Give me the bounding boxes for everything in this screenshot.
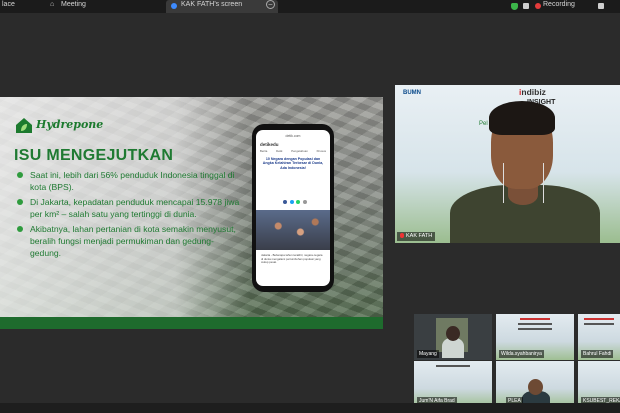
home-icon[interactable]: ⌂	[50, 1, 54, 8]
phone-nav-item: Pengetahuan	[291, 149, 308, 153]
phone-screen: detik.com detikedu Berita Detik Pengetah…	[256, 130, 330, 286]
mic-icon	[400, 233, 404, 238]
screen-share-tab[interactable]: KAK FATH's screen	[166, 0, 278, 13]
phone-nav-item: Berita	[260, 149, 268, 153]
shield-icon[interactable]	[511, 3, 518, 10]
indibiz-logo: indibiz	[519, 87, 546, 97]
participant-name: Wilda.syahbanirya	[499, 350, 544, 358]
phone-site-name: detikedu	[260, 142, 279, 147]
phone-crowd-photo	[256, 210, 330, 250]
speaker-name: KAK FATH	[406, 233, 433, 239]
share-icon	[171, 3, 177, 9]
screen-share-label: KAK FATH's screen	[181, 1, 243, 8]
slide-title: ISU MENGEJUTKAN	[14, 147, 174, 164]
participant-tile-2[interactable]: Wilda.syahbanirya	[496, 314, 574, 360]
view-icon[interactable]	[598, 3, 604, 9]
house-leaf-icon	[16, 118, 32, 133]
facebook-icon	[283, 200, 287, 204]
participant-tile-3[interactable]: Bahrul Fahdi	[578, 314, 620, 360]
phone-nav: Berita Detik Pengetahuan Khusus	[260, 149, 326, 153]
phone-url: detik.com	[285, 134, 301, 138]
participant-face	[446, 326, 460, 341]
bullet-item: Akibatnya, lahan pertanian di kota semak…	[16, 223, 241, 259]
logo-text: Hydrepone	[36, 118, 104, 131]
participant-tile-4[interactable]: Jum'N Aifa Brad	[414, 361, 492, 407]
earphone-cable	[503, 163, 504, 203]
participant-tile-5[interactable]: PLEA	[496, 361, 574, 407]
participant-name: Bahrul Fahdi	[581, 350, 614, 358]
slide-bullets: Saat ini, lebih dari 56% penduduk Indone…	[16, 169, 241, 262]
phone-headline: 10 Negara dengan Populasi dan Angka Kela…	[262, 157, 324, 170]
speaker-video-tile[interactable]: BUMN indibiz INSIGHT Pel erkelanjutan KA…	[395, 85, 620, 243]
close-share-icon[interactable]: –	[266, 0, 275, 9]
phone-nav-item: Detik	[276, 149, 283, 153]
shared-slide: Hydrepone ISU MENGEJUTKAN Saat ini, lebi…	[0, 97, 383, 329]
bullet-item: Di Jakarta, kepadatan penduduk mencapai …	[16, 196, 241, 220]
slide-footer-strip	[0, 317, 383, 329]
hydrepone-logo: Hydrepone	[14, 115, 103, 137]
earphone-cable	[543, 163, 544, 203]
bullet-item: Saat ini, lebih dari 56% penduduk Indone…	[16, 169, 241, 193]
participant-tile-1[interactable]: Mayang	[414, 314, 492, 360]
link-icon	[302, 200, 307, 204]
twitter-icon	[289, 200, 294, 204]
speaker-hair	[489, 101, 555, 135]
phone-share-icons	[283, 200, 307, 204]
app-label: lace	[2, 1, 15, 8]
recording-label: Recording	[543, 1, 575, 8]
participant-tile-6[interactable]: KSUBEST_REKARA	[578, 361, 620, 407]
recording-icon	[535, 3, 541, 9]
meeting-top-bar: lace ⌂ Meeting KAK FATH's screen – Recor…	[0, 0, 620, 13]
phone-mockup: detik.com detikedu Berita Detik Pengetah…	[252, 124, 334, 292]
speaker-name-tag: KAK FATH	[397, 232, 436, 241]
whatsapp-icon	[296, 200, 301, 204]
meeting-bottom-bar	[0, 403, 620, 413]
participant-name: Mayang	[417, 350, 439, 358]
phone-article-body: Jakarta - Beberapa tahun terakhir, negar…	[261, 253, 323, 265]
phone-nav-item: Khusus	[316, 149, 326, 153]
bumn-logo: BUMN	[403, 90, 421, 96]
layout-icon[interactable]	[523, 3, 529, 9]
meeting-tab[interactable]: Meeting	[61, 1, 86, 8]
participant-face	[528, 379, 543, 395]
